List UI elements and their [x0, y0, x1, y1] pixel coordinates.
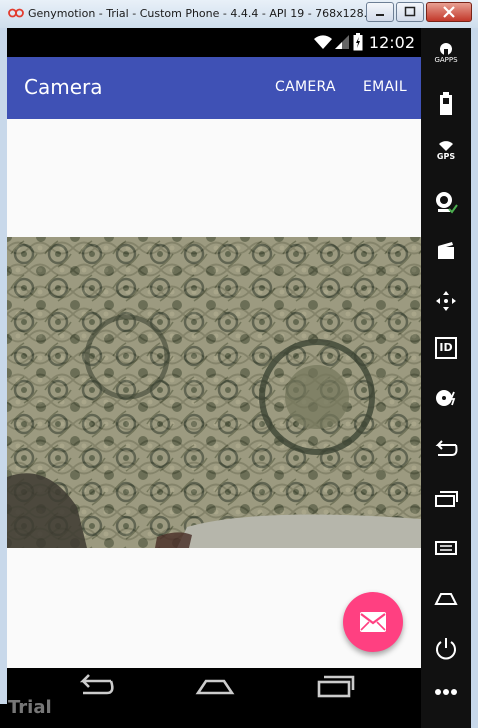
- window-title: Genymotion - Trial - Custom Phone - 4.4.…: [28, 7, 375, 20]
- recent-apps-icon: [435, 491, 458, 507]
- nav-bar: [7, 668, 421, 704]
- power-icon: [436, 638, 456, 660]
- webcam-icon: [436, 192, 458, 214]
- battery-icon: [440, 92, 452, 115]
- window-right-border: [471, 28, 478, 728]
- side-back-button[interactable]: [421, 440, 471, 458]
- trial-watermark: Trial: [8, 697, 52, 718]
- gapps-icon: [440, 43, 452, 56]
- content-area: [7, 119, 421, 668]
- bottom-strip: [0, 704, 421, 728]
- clapperboard-icon: [438, 242, 454, 259]
- screencast-button[interactable]: [421, 240, 471, 260]
- menu-icon: [435, 541, 457, 555]
- status-time: 12:02: [368, 33, 415, 52]
- recent-apps-icon[interactable]: [316, 673, 356, 699]
- side-home-button[interactable]: [421, 590, 471, 606]
- battery-icon: [353, 33, 363, 51]
- maximize-icon: [404, 6, 416, 17]
- device-id-button[interactable]: ID: [421, 337, 471, 359]
- mail-icon: [360, 612, 386, 632]
- disc-icon: [436, 390, 456, 406]
- dpad-icon: [436, 291, 456, 311]
- gps-button[interactable]: GPS: [421, 140, 471, 161]
- email-action-button[interactable]: EMAIL: [363, 79, 407, 95]
- gps-signal-icon: [439, 141, 453, 151]
- app-title: Camera: [24, 75, 103, 99]
- home-icon[interactable]: [194, 673, 236, 699]
- battery-button[interactable]: [421, 92, 471, 116]
- back-icon[interactable]: [75, 673, 115, 699]
- gapps-button[interactable]: GAPPS: [421, 42, 471, 64]
- device-screen: 12:02 Camera CAMERA EMAIL: [7, 28, 421, 704]
- email-fab-button[interactable]: [343, 592, 403, 652]
- wifi-icon: [314, 35, 332, 49]
- power-button[interactable]: [421, 636, 471, 660]
- gapps-label: GAPPS: [434, 56, 458, 64]
- window-title-bar[interactable]: Genymotion - Trial - Custom Phone - 4.4.…: [0, 0, 478, 28]
- photo-image: [7, 237, 421, 548]
- media-button[interactable]: [421, 388, 471, 408]
- status-bar: 12:02: [7, 28, 421, 57]
- close-icon: [443, 6, 455, 18]
- gps-label: GPS: [436, 152, 456, 161]
- genymotion-side-panel: GAPPS GPS ID: [421, 28, 471, 728]
- side-menu-button[interactable]: [421, 540, 471, 556]
- webcam-button[interactable]: [421, 190, 471, 214]
- app-bar: Camera CAMERA EMAIL: [7, 57, 421, 119]
- side-recent-apps-button[interactable]: [421, 490, 471, 508]
- close-button[interactable]: [426, 2, 472, 22]
- camera-action-button[interactable]: CAMERA: [275, 79, 336, 95]
- dpad-button[interactable]: [421, 290, 471, 312]
- id-icon: ID: [435, 337, 457, 359]
- more-button[interactable]: [421, 688, 471, 696]
- home-icon: [434, 593, 458, 605]
- minimize-icon: [376, 14, 384, 16]
- maximize-button[interactable]: [396, 2, 424, 22]
- camera-photo: [7, 237, 421, 548]
- minimize-button[interactable]: [366, 2, 394, 22]
- more-dots-icon: [435, 689, 457, 695]
- back-icon: [435, 440, 458, 456]
- signal-icon: [335, 35, 349, 49]
- genymotion-logo-icon: [8, 8, 24, 18]
